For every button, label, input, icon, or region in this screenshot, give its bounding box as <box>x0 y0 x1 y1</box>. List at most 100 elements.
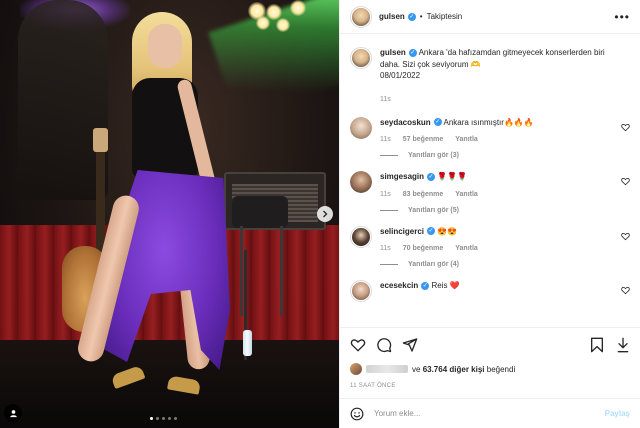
reply-button[interactable]: Yanıtla <box>455 191 478 198</box>
comment-text: Ankara ısınmıştır🔥🔥🔥 <box>443 117 534 127</box>
separator: • <box>419 12 423 21</box>
carousel-dot <box>150 417 153 420</box>
post-header: gulsen ✓ • Takiptesin ••• <box>340 0 640 34</box>
stage-light <box>276 18 290 32</box>
likes-prefix: ve <box>412 364 421 374</box>
reply-button[interactable]: Yanıtla <box>455 245 478 252</box>
more-horizontal-icon[interactable]: ••• <box>614 10 630 24</box>
view-replies-button[interactable]: Yanıtları gör (3) <box>380 152 630 159</box>
heart-icon[interactable] <box>621 123 630 132</box>
heart-icon[interactable] <box>621 232 630 241</box>
emoji-smiley-icon[interactable] <box>350 407 364 421</box>
blurred-username <box>366 365 408 373</box>
chair-leg <box>240 226 243 316</box>
view-replies-button[interactable]: Yanıtları gör (4) <box>380 261 630 268</box>
singer-face <box>148 24 182 68</box>
avatar[interactable] <box>350 5 372 28</box>
carousel-indicator <box>150 417 177 420</box>
share-send-icon[interactable] <box>402 337 418 353</box>
likes-suffix: diğer kişi <box>449 364 485 374</box>
carousel-dot <box>162 417 165 420</box>
verified-badge-icon: ✓ <box>427 172 436 181</box>
chair-leg <box>280 226 283 316</box>
view-replies-button[interactable]: Yanıtları gör (5) <box>380 207 630 214</box>
avatar[interactable] <box>350 171 372 193</box>
add-comment-bar: Paylaş <box>340 398 640 428</box>
bookmark-icon[interactable] <box>590 337 604 353</box>
comment-username[interactable]: ecesekcin <box>380 281 418 290</box>
comment-likes[interactable]: 70 beğenme <box>403 245 443 252</box>
comment-time[interactable]: 11s <box>380 136 391 143</box>
comment-meta: 11s 57 beğenme Yanıtla <box>380 136 614 143</box>
comment-item: simgesagin ✓ 🌹🌹🌹 11s 83 beğenme Yanıtla <box>350 171 630 198</box>
action-icons <box>350 336 630 354</box>
post-media[interactable] <box>0 0 339 428</box>
avatar[interactable] <box>350 116 372 139</box>
caption-meta: 11s <box>380 96 614 103</box>
caption-time[interactable]: 11s <box>380 96 391 103</box>
verified-badge-icon: ✓ <box>433 118 442 127</box>
likes-text[interactable]: ve 63.764 diğer kişi beğendi <box>412 365 515 374</box>
heart-icon[interactable] <box>621 286 630 295</box>
header-username[interactable]: gulsen <box>379 12 405 21</box>
verified-badge-icon: ✓ <box>421 281 430 290</box>
comment-bubble-icon[interactable] <box>376 337 392 353</box>
caption-text: gulsen ✓ Ankara 'da hafızamdan gitmeyecek… <box>380 47 614 82</box>
comment-text: 🌹🌹🌹 <box>437 172 468 181</box>
carousel-dot <box>174 417 177 420</box>
post-comment-button[interactable]: Paylaş <box>605 409 630 418</box>
comment-item: selincigerci ✓ 😍😍 11s 70 beğenme Yanıtla <box>350 225 630 252</box>
post-actions: ve 63.764 diğer kişi beğendi 11 SAAT ÖNC… <box>340 327 640 389</box>
verified-badge-icon: ✓ <box>427 227 436 236</box>
comment-input[interactable] <box>374 409 605 418</box>
likes-count: 63.764 <box>422 364 448 374</box>
download-icon[interactable] <box>616 337 630 353</box>
view-replies-label: Yanıtları gör (5) <box>408 206 459 214</box>
avatar[interactable] <box>350 47 372 69</box>
comments-list[interactable]: gulsen ✓ Ankara 'da hafızamdan gitmeyecek… <box>340 35 640 327</box>
right-actions <box>590 337 630 353</box>
post-time-ago[interactable]: 11 SAAT ÖNCE <box>350 383 630 389</box>
likes-summary[interactable]: ve 63.764 diğer kişi beğendi <box>350 363 630 375</box>
comment-likes[interactable]: 57 beğenme <box>403 136 443 143</box>
stage-chair <box>232 196 288 228</box>
tag-user-icon[interactable] <box>4 404 22 422</box>
next-arrow-icon[interactable] <box>317 206 333 222</box>
water-bottle <box>243 330 252 356</box>
comment-item: seydacoskun ✓ Ankara ısınmıştır🔥🔥🔥 11s 57… <box>350 116 630 143</box>
comment-meta: 11s 83 beğenme Yanıtla <box>380 191 614 198</box>
guitar-head <box>93 128 108 152</box>
caption-date: 08/01/2022 <box>380 71 421 80</box>
like-heart-icon[interactable] <box>350 337 366 353</box>
comment-username[interactable]: seydacoskun <box>380 118 431 127</box>
replies-line <box>380 155 398 156</box>
comment-time[interactable]: 11s <box>380 191 391 198</box>
comment-time[interactable]: 11s <box>380 245 391 252</box>
comment-text: Reis ❤️ <box>431 281 460 290</box>
replies-line <box>380 209 398 211</box>
avatar[interactable] <box>350 280 372 302</box>
verified-badge-icon: ✓ <box>408 48 417 57</box>
replies-line <box>380 264 398 265</box>
stage-light <box>290 0 306 16</box>
carousel-dot <box>156 417 159 420</box>
view-replies-label: Yanıtları gör (4) <box>408 261 459 268</box>
comment-username[interactable]: selincigerci <box>380 227 424 236</box>
comment-likes[interactable]: 83 beğenme <box>403 191 443 198</box>
post-side-panel: gulsen ✓ • Takiptesin ••• gulsen ✓ Ankara… <box>339 0 640 428</box>
stage-light <box>256 16 270 30</box>
background-musician <box>18 0 108 200</box>
reply-button[interactable]: Yanıtla <box>455 136 478 143</box>
carousel-dot <box>168 417 171 420</box>
comment-meta: 11s 70 beğenme Yanıtla <box>380 245 614 252</box>
comment-username[interactable]: simgesagin <box>380 172 424 181</box>
caption-username[interactable]: gulsen <box>380 48 406 57</box>
comment-text: 😍😍 <box>437 226 458 236</box>
follow-status[interactable]: Takiptesin <box>427 12 463 21</box>
avatar[interactable] <box>350 225 372 248</box>
heart-icon[interactable] <box>621 177 630 186</box>
caption: gulsen ✓ Ankara 'da hafızamdan gitmeyecek… <box>350 47 630 103</box>
likes-verb: beğendi <box>486 364 516 374</box>
comment-item: ecesekcin ✓ Reis ❤️ <box>350 280 630 302</box>
view-replies-label: Yanıtları gör (3) <box>408 152 459 159</box>
